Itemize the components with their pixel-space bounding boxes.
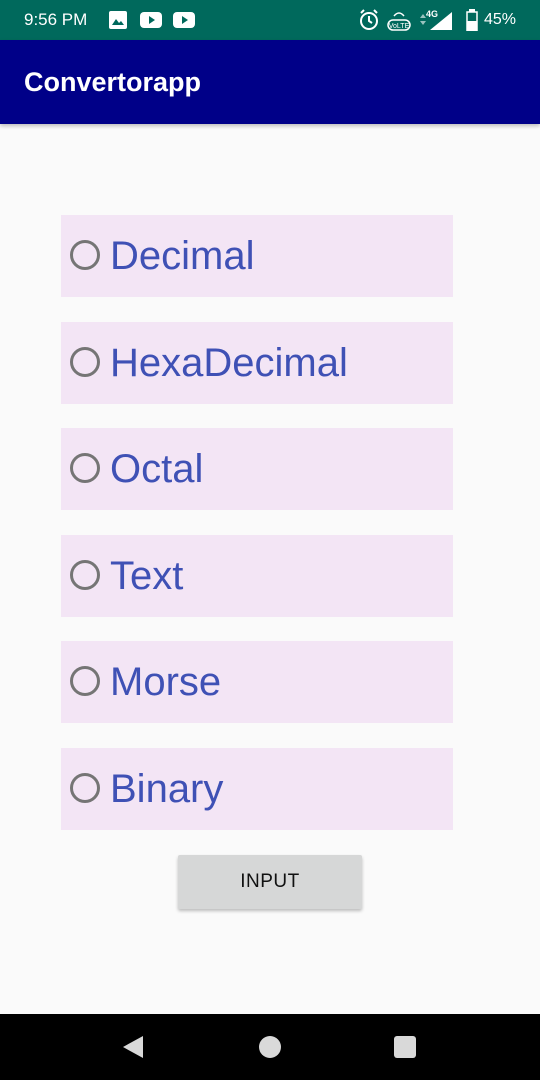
- option-label: HexaDecimal: [110, 341, 348, 385]
- option-binary[interactable]: Binary: [61, 748, 453, 830]
- option-octal[interactable]: Octal: [61, 428, 453, 510]
- alarm-icon: [359, 9, 378, 30]
- home-icon[interactable]: [258, 1034, 282, 1060]
- option-label: Octal: [110, 447, 204, 491]
- option-hexadecimal[interactable]: HexaDecimal: [61, 322, 453, 404]
- status-time: 9:56 PM: [24, 10, 88, 29]
- radio-button[interactable]: [70, 666, 100, 696]
- radio-button[interactable]: [70, 240, 100, 270]
- radio-button[interactable]: [70, 773, 100, 803]
- option-label: Binary: [110, 767, 224, 811]
- input-button[interactable]: INPUT: [178, 855, 362, 909]
- status-system-icons: VoLTE 4G 45%: [358, 8, 516, 32]
- volte-label: VoLTE: [389, 23, 410, 30]
- youtube-icon: [140, 12, 162, 28]
- option-label: Decimal: [110, 234, 255, 278]
- battery-icon: [466, 9, 478, 31]
- app-bar: Convertorapp: [0, 40, 540, 124]
- network-label: 4G: [426, 9, 438, 19]
- radio-button[interactable]: [70, 560, 100, 590]
- volte-icon: VoLTE: [387, 12, 411, 31]
- option-label: Text: [110, 554, 184, 598]
- battery-percent: 45%: [483, 11, 516, 28]
- recents-icon[interactable]: [394, 1034, 416, 1060]
- youtube-icon: [173, 12, 195, 28]
- status-bar: 9:56 PM VoLTE 4G 45%: [0, 0, 540, 40]
- option-decimal[interactable]: Decimal: [61, 215, 453, 297]
- nav-bar: [0, 1014, 540, 1080]
- option-morse[interactable]: Morse: [61, 641, 453, 723]
- image-icon: [109, 11, 127, 29]
- signal-icon: 4G: [419, 9, 452, 30]
- app-title: Convertorapp: [24, 67, 202, 97]
- radio-button[interactable]: [70, 453, 100, 483]
- radio-button[interactable]: [70, 347, 100, 377]
- option-text[interactable]: Text: [61, 535, 453, 617]
- back-icon[interactable]: [121, 1034, 147, 1060]
- option-label: Morse: [110, 660, 222, 704]
